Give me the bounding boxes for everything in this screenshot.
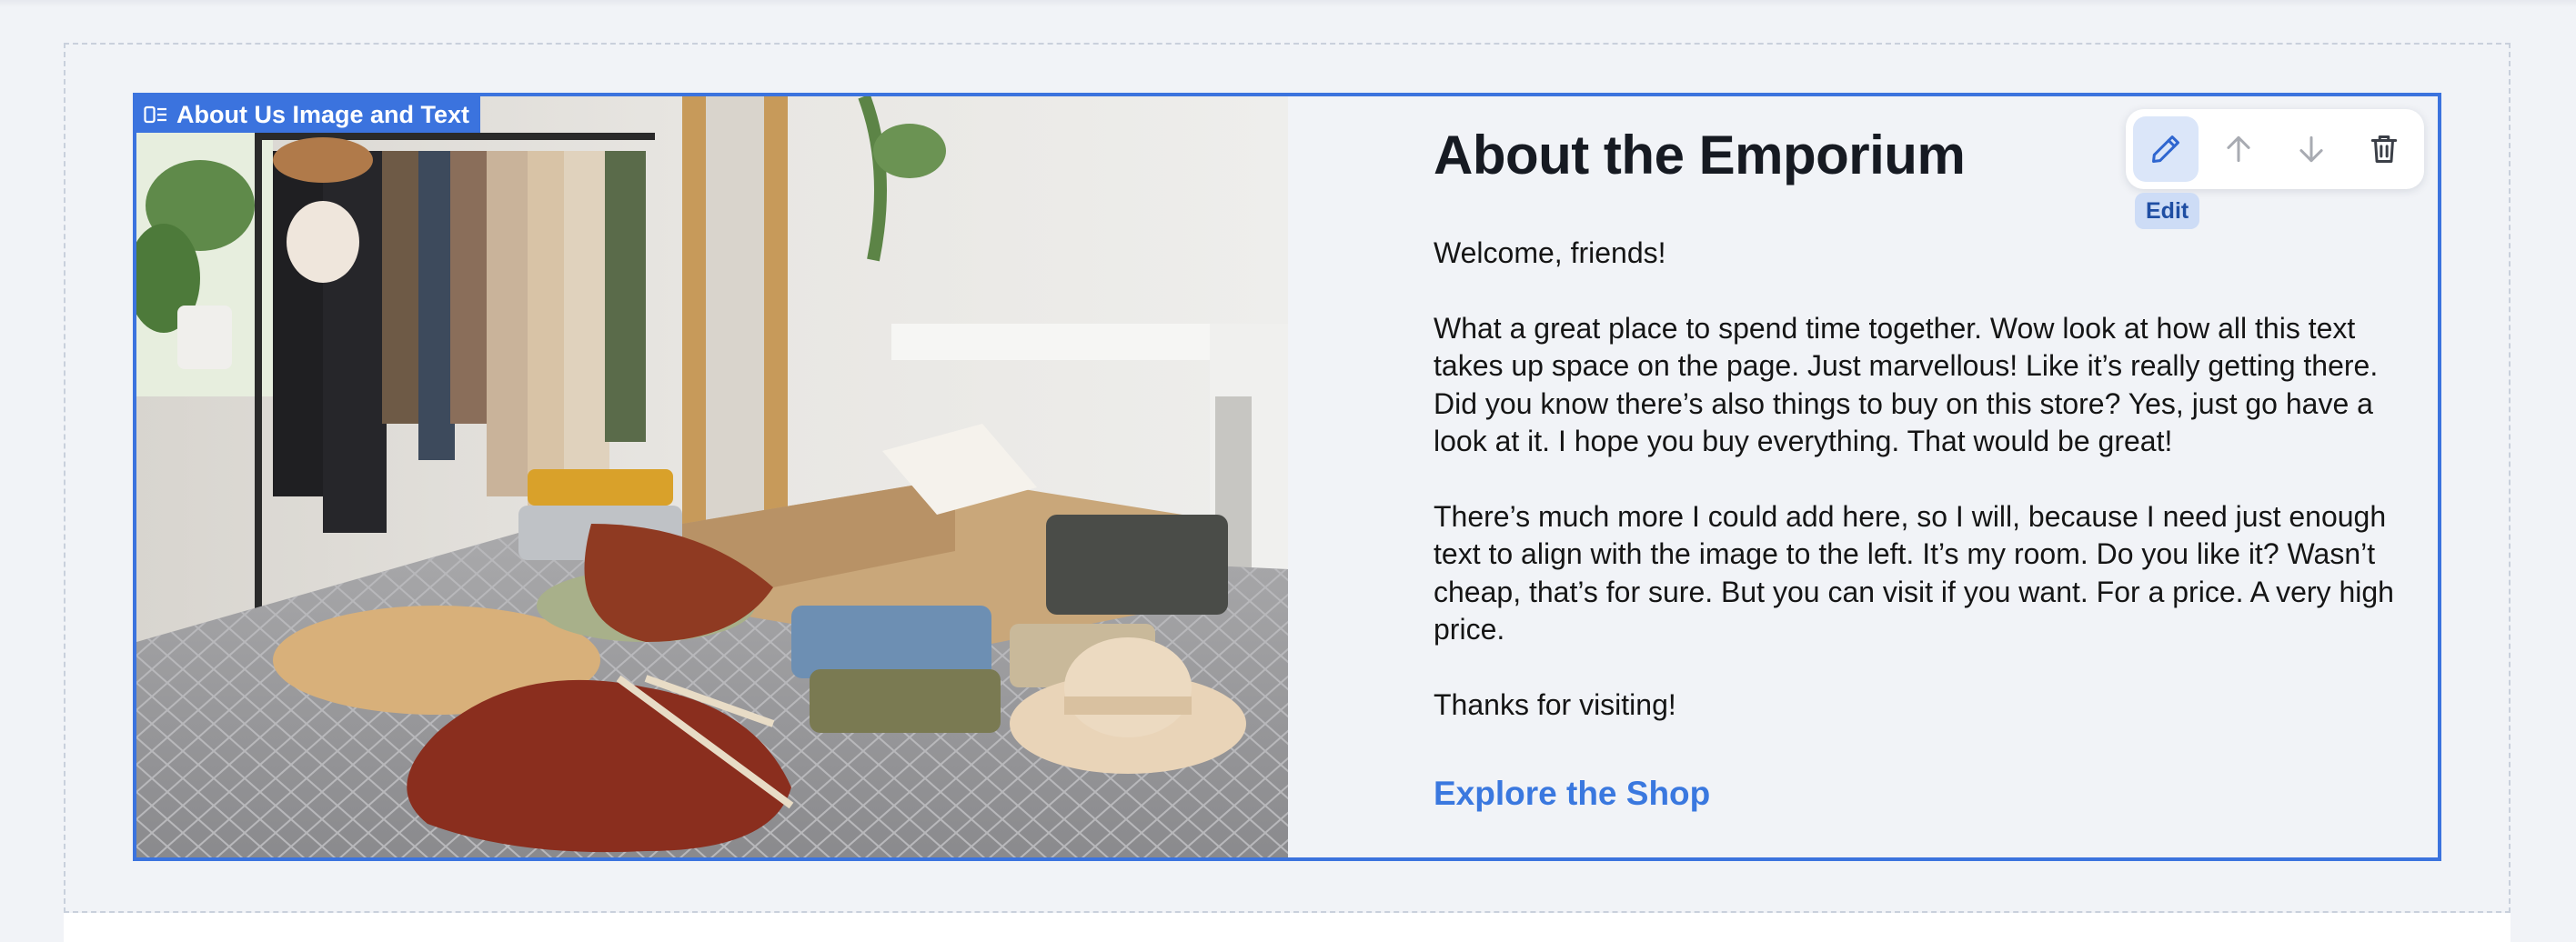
- block-type-label: About Us Image and Text: [176, 100, 470, 128]
- paragraph: There’s much more I could add here, so I…: [1434, 499, 2394, 646]
- paragraph: What a great place to spend time togethe…: [1434, 311, 2379, 458]
- about-us-image-text-block[interactable]: About Us Image and Text About the Empori…: [133, 93, 2441, 861]
- top-shadow: [0, 0, 2576, 7]
- move-up-button[interactable]: [2206, 116, 2271, 182]
- paragraph: Thanks for visiting!: [1434, 687, 1676, 721]
- text-column: About the Emporium Welcome, friends! Wha…: [1434, 124, 2425, 813]
- body-text: Welcome, friends! What a great place to …: [1434, 235, 2425, 724]
- image-text-icon: [144, 105, 166, 124]
- block-toolbar: [2126, 109, 2424, 189]
- move-down-button[interactable]: [2279, 116, 2344, 182]
- paragraph: Welcome, friends!: [1434, 236, 1666, 269]
- next-section-panel: [64, 913, 2511, 942]
- arrow-down-icon: [2299, 135, 2323, 163]
- about-image: [136, 96, 1288, 857]
- block-type-tag: About Us Image and Text: [136, 96, 481, 133]
- delete-button[interactable]: [2351, 116, 2417, 182]
- arrow-up-icon: [2227, 135, 2250, 163]
- trash-icon: [2370, 135, 2398, 163]
- pencil-icon: [2152, 135, 2179, 163]
- explore-shop-link[interactable]: Explore the Shop: [1434, 775, 1710, 813]
- edit-tooltip: Edit: [2135, 193, 2200, 229]
- edit-button[interactable]: [2133, 116, 2199, 182]
